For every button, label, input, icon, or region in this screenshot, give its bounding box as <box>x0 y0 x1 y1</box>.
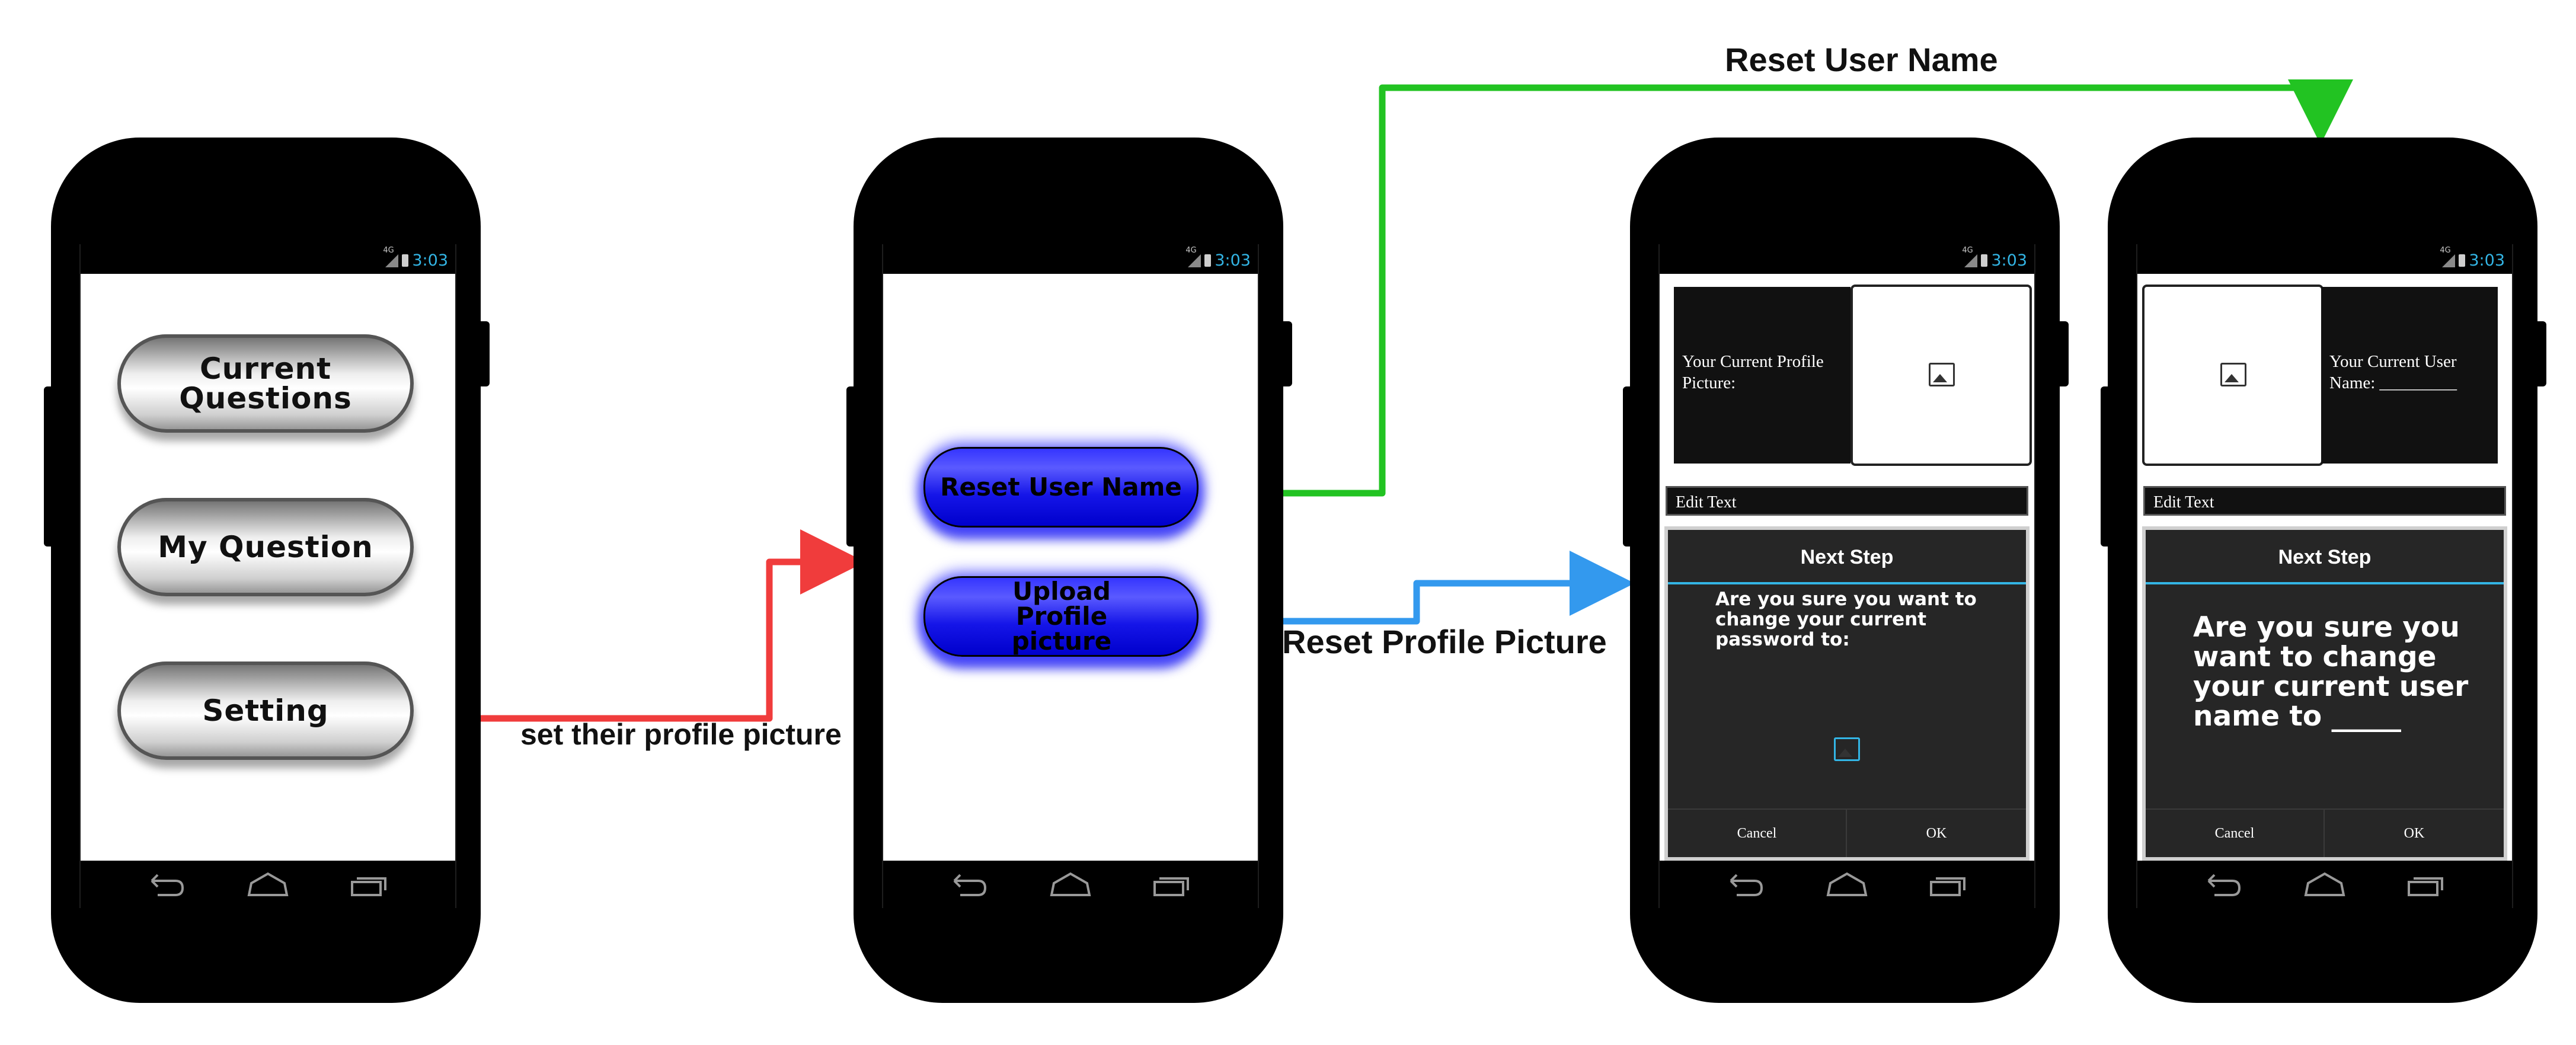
battery-icon <box>1204 254 1212 267</box>
ok-button[interactable]: OK <box>1847 810 2026 857</box>
reset-user-name-button[interactable]: Reset User Name <box>923 447 1198 528</box>
confirm-dialog: Next Step Are you sure you want to chang… <box>2142 526 2507 861</box>
dialog-title: Next Step <box>2146 530 2504 584</box>
recent-apps-icon[interactable] <box>1149 870 1196 899</box>
set-profile-label: set their profile picture <box>520 718 842 751</box>
main-menu-content: Current Questions My Question Setting <box>81 274 455 861</box>
side-button <box>2056 321 2069 386</box>
cancel-button[interactable]: Cancel <box>1668 810 1847 857</box>
user-name-info-label: Your Current User Name: _________ <box>2329 352 2457 392</box>
status-time: 3:03 <box>412 251 448 270</box>
edit-text-field[interactable]: Edit Text <box>1666 486 2028 516</box>
recent-apps-icon[interactable] <box>346 870 394 899</box>
my-question-button[interactable]: My Question <box>117 498 414 596</box>
battery-icon <box>402 254 409 267</box>
signal-icon: 4G <box>1185 246 1201 267</box>
status-time: 3:03 <box>1215 251 1251 270</box>
home-icon[interactable] <box>2301 870 2348 899</box>
recent-apps-icon[interactable] <box>1925 870 1973 899</box>
setting-button[interactable]: Setting <box>117 661 414 760</box>
nav-bar <box>883 861 1258 908</box>
screen: 4G 3:03 Current Questions My Question Se… <box>79 244 456 908</box>
signal-icon: 4G <box>2440 246 2456 267</box>
edit-text-field[interactable]: Edit Text <box>2143 486 2506 516</box>
phone-reset-picture: 4G 3:03 Your Current Profile Picture: Ed… <box>1623 138 2069 1003</box>
cancel-button[interactable]: Cancel <box>2146 810 2325 857</box>
signal-icon: 4G <box>383 246 399 267</box>
home-icon[interactable] <box>1823 870 1871 899</box>
nav-bar <box>81 861 455 908</box>
recent-apps-icon[interactable] <box>2403 870 2450 899</box>
status-bar: 4G 3:03 <box>1660 244 2034 274</box>
dialog-buttons: Cancel OK <box>1668 808 2026 857</box>
side-button <box>44 386 57 547</box>
reset-name-content: Your Current User Name: _________ Edit T… <box>2137 274 2512 861</box>
status-bar: 4G 3:03 <box>883 244 1258 274</box>
side-button <box>1623 386 1636 547</box>
side-button <box>477 321 490 386</box>
phone-main-menu: 4G 3:03 Current Questions My Question Se… <box>44 138 490 1003</box>
phone-reset-name: 4G 3:03 Your Current User Name: ________… <box>2101 138 2546 1003</box>
status-bar: 4G 3:03 <box>2137 244 2512 274</box>
dialog-buttons: Cancel OK <box>2146 808 2504 857</box>
screen: 4G 3:03 Reset User Name Upload Profile p… <box>882 244 1259 908</box>
home-icon[interactable] <box>1047 870 1094 899</box>
status-time: 3:03 <box>1991 251 2027 270</box>
reset-profile-picture-label: Reset Profile Picture <box>1282 623 1607 660</box>
battery-icon <box>1981 254 1988 267</box>
profile-picture-info-label: Your Current Profile Picture: <box>1682 352 1824 392</box>
dialog-message: Are you sure you want to change your cur… <box>2193 611 2469 733</box>
nav-bar <box>2137 861 2512 908</box>
side-button <box>1279 321 1292 386</box>
side-button <box>846 386 859 547</box>
phone-settings: 4G 3:03 Reset User Name Upload Profile p… <box>846 138 1292 1003</box>
set-profile-arrow <box>433 529 865 722</box>
back-icon[interactable] <box>142 870 190 899</box>
ok-button[interactable]: OK <box>2325 810 2504 857</box>
side-button <box>2533 321 2546 386</box>
settings-content: Reset User Name Upload Profile picture <box>883 274 1258 861</box>
status-bar: 4G 3:03 <box>81 244 455 274</box>
signal-icon: 4G <box>1962 246 1978 267</box>
dialog-title: Next Step <box>1668 530 2026 584</box>
image-placeholder-icon <box>2220 363 2246 386</box>
profile-picture-info-panel: Your Current Profile Picture: <box>1674 287 1850 464</box>
battery-icon <box>2459 254 2466 267</box>
image-placeholder-icon <box>1929 363 1955 386</box>
home-icon[interactable] <box>244 870 292 899</box>
back-icon[interactable] <box>945 870 992 899</box>
upload-profile-picture-button[interactable]: Upload Profile picture <box>923 576 1198 657</box>
user-name-info-panel: Your Current User Name: _________ <box>2321 287 2498 464</box>
screen: 4G 3:03 Your Current User Name: ________… <box>2136 244 2513 908</box>
side-button <box>2101 386 2114 547</box>
back-icon[interactable] <box>2199 870 2246 899</box>
nav-bar <box>1660 861 2034 908</box>
back-icon[interactable] <box>1721 870 1769 899</box>
reset-picture-content: Your Current Profile Picture: Edit Text … <box>1660 274 2034 861</box>
status-time: 3:03 <box>2469 251 2505 270</box>
screen: 4G 3:03 Your Current Profile Picture: Ed… <box>1658 244 2035 908</box>
current-questions-button[interactable]: Current Questions <box>117 334 414 433</box>
profile-picture-preview[interactable] <box>2142 285 2323 466</box>
reset-user-name-label: Reset User Name <box>1725 41 1998 78</box>
image-placeholder-icon <box>1834 737 1860 761</box>
dialog-message: Are you sure you want to change your cur… <box>1715 589 1977 650</box>
confirm-dialog: Next Step Are you sure you want to chang… <box>1664 526 2030 861</box>
profile-picture-preview[interactable] <box>1850 285 2032 466</box>
